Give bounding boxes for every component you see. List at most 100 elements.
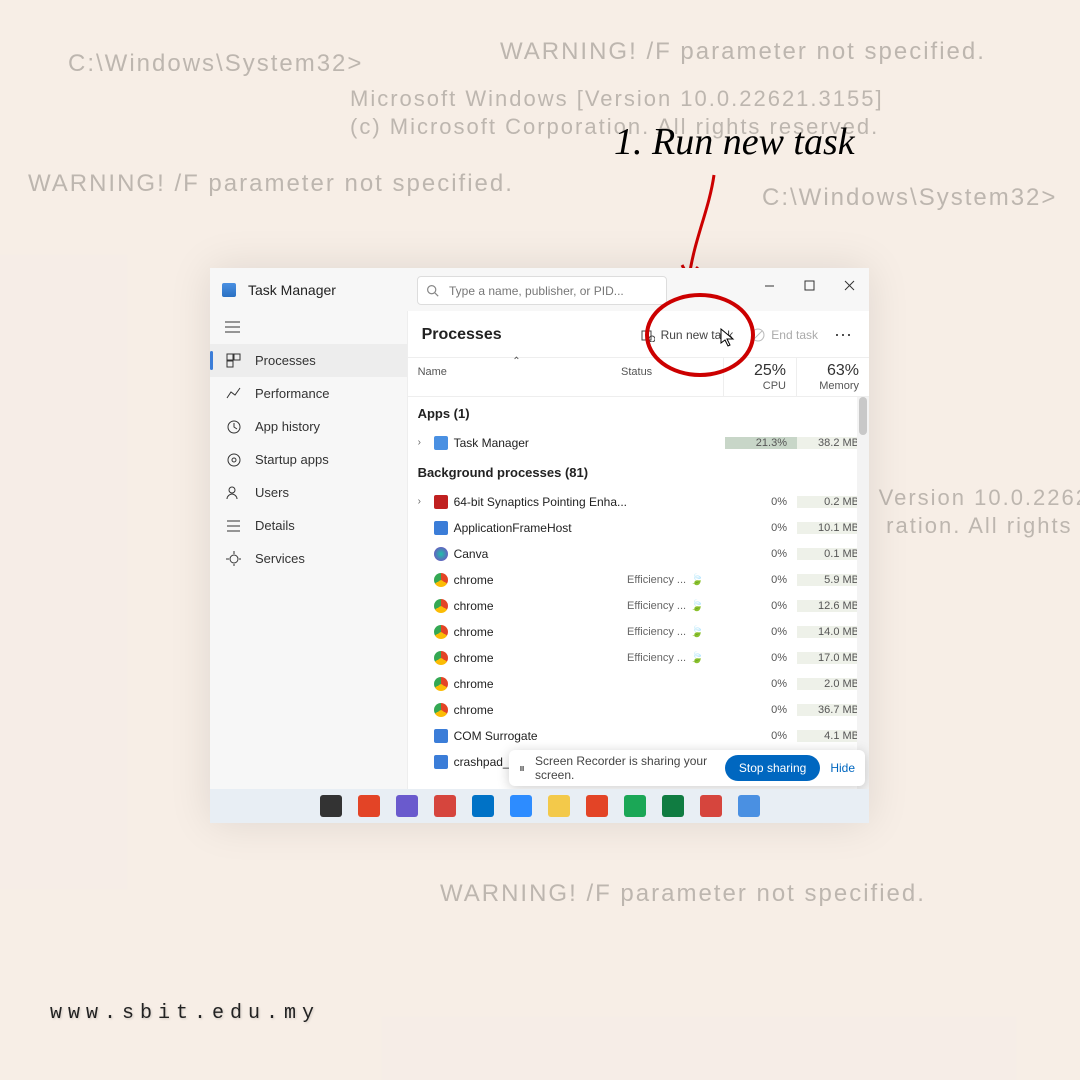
process-cpu: 0% — [725, 730, 797, 742]
sidebar-item-label: Processes — [255, 353, 316, 368]
sidebar-item-details[interactable]: Details — [210, 509, 407, 542]
sort-indicator-icon: ⌃ — [512, 356, 520, 367]
table-row[interactable]: chrome0%2.0 MB — [408, 671, 869, 697]
process-icon — [434, 703, 448, 717]
watermark-text: C:\Windows\System32> — [68, 50, 363, 78]
hamburger-button[interactable] — [210, 311, 407, 344]
watermark-text: Microsoft Windows [Version 10.0.22621.31… — [350, 86, 884, 112]
table-row[interactable]: chromeEfficiency ...🍃0%14.0 MB — [408, 619, 869, 645]
processes-icon — [226, 353, 241, 368]
col-cpu[interactable]: 25%CPU — [723, 358, 796, 396]
sidebar-item-performance[interactable]: Performance — [210, 377, 407, 410]
maximize-button[interactable] — [789, 268, 829, 302]
sidebar-item-label: Details — [255, 518, 295, 533]
scrollbar-thumb[interactable] — [859, 397, 867, 435]
sidebar-item-users[interactable]: Users — [210, 476, 407, 509]
process-name: chrome — [454, 677, 494, 691]
table-row[interactable]: ›64-bit Synaptics Pointing Enha...0%0.2 … — [408, 489, 869, 515]
taskbar-app-icon[interactable] — [358, 795, 380, 817]
taskbar-app-icon[interactable] — [738, 795, 760, 817]
process-icon — [434, 755, 448, 769]
process-name: chrome — [454, 573, 494, 587]
process-name: Task Manager — [454, 436, 529, 450]
table-row[interactable]: chromeEfficiency ...🍃0%12.6 MB — [408, 593, 869, 619]
section-apps: Apps (1) — [408, 397, 869, 430]
efficiency-leaf-icon: 🍃 — [690, 625, 704, 638]
process-cpu: 0% — [725, 652, 797, 664]
taskbar-app-icon[interactable] — [662, 795, 684, 817]
sidebar-item-processes[interactable]: Processes — [210, 344, 407, 377]
col-memory[interactable]: 63%Memory — [796, 358, 869, 396]
sidebar-item-startup-apps[interactable]: Startup apps — [210, 443, 407, 476]
services-icon — [226, 551, 241, 566]
table-row[interactable]: ApplicationFrameHost0%10.1 MB — [408, 515, 869, 541]
run-new-task-button[interactable]: Run new task — [633, 323, 742, 347]
column-headers[interactable]: ⌃Name Status 25%CPU 63%Memory — [408, 358, 869, 397]
process-icon — [434, 599, 448, 613]
details-icon — [226, 518, 241, 533]
task-manager-window: Task Manager Type a name, publisher, or … — [210, 268, 869, 823]
taskbar-app-icon[interactable] — [396, 795, 418, 817]
sidebar-item-app-history[interactable]: App history — [210, 410, 407, 443]
table-row[interactable]: chromeEfficiency ...🍃0%5.9 MB — [408, 567, 869, 593]
more-options-button[interactable]: ⋯ — [828, 325, 859, 346]
titlebar[interactable]: Task Manager Type a name, publisher, or … — [210, 268, 869, 311]
taskbar-app-icon[interactable] — [700, 795, 722, 817]
process-name: COM Surrogate — [454, 729, 538, 743]
taskbar-app-icon[interactable] — [434, 795, 456, 817]
process-name: chrome — [454, 599, 494, 613]
search-icon — [426, 284, 439, 297]
table-row[interactable]: chrome0%36.7 MB — [408, 697, 869, 723]
process-status: Efficiency ...🍃 — [627, 599, 725, 612]
sidebar-item-services[interactable]: Services — [210, 542, 407, 575]
col-status[interactable]: Status — [617, 358, 723, 396]
sidebar-item-label: Users — [255, 485, 289, 500]
process-cpu: 0% — [725, 496, 797, 508]
process-icon — [434, 729, 448, 743]
hide-sharebar-link[interactable]: Hide — [830, 761, 855, 775]
taskbar-app-icon[interactable] — [510, 795, 532, 817]
process-cpu: 0% — [725, 704, 797, 716]
taskbar-app-icon[interactable] — [320, 795, 342, 817]
process-cpu: 21.3% — [725, 437, 797, 449]
pause-icon: ⏸ — [519, 761, 525, 776]
taskbar-app-icon[interactable] — [548, 795, 570, 817]
share-message: Screen Recorder is sharing your screen. — [535, 754, 715, 782]
process-name: chrome — [454, 625, 494, 639]
sidebar-item-label: Startup apps — [255, 452, 329, 467]
table-row[interactable]: ›Task Manager21.3%38.2 MB — [408, 430, 869, 456]
windows-taskbar[interactable] — [210, 789, 869, 823]
run-new-task-label: Run new task — [661, 328, 734, 342]
process-icon — [434, 651, 448, 665]
stop-sharing-button[interactable]: Stop sharing — [725, 755, 820, 781]
taskbar-app-icon[interactable] — [624, 795, 646, 817]
taskbar-app-icon[interactable] — [472, 795, 494, 817]
site-url: www.sbit.edu.my — [50, 1002, 320, 1025]
col-name[interactable]: ⌃Name — [408, 358, 617, 396]
minimize-button[interactable] — [749, 268, 789, 302]
taskbar-app-icon[interactable] — [586, 795, 608, 817]
process-cpu: 0% — [725, 522, 797, 534]
close-button[interactable] — [829, 268, 869, 302]
more-icon: ⋯ — [834, 325, 853, 346]
process-icon — [434, 547, 448, 561]
search-placeholder: Type a name, publisher, or PID... — [449, 284, 624, 298]
screen-share-bar: ⏸ Screen Recorder is sharing your screen… — [509, 750, 865, 786]
table-row[interactable]: Canva0%0.1 MB — [408, 541, 869, 567]
efficiency-leaf-icon: 🍃 — [690, 573, 704, 586]
chevron-right-icon[interactable]: › — [418, 496, 428, 507]
sidebar-item-label: App history — [255, 419, 320, 434]
process-icon — [434, 625, 448, 639]
table-row[interactable]: COM Surrogate0%4.1 MB — [408, 723, 869, 749]
end-task-icon — [751, 328, 765, 342]
process-cpu: 0% — [725, 626, 797, 638]
startup-icon — [226, 452, 241, 467]
page-heading: Processes — [422, 326, 502, 344]
watermark-text: WARNING! /F parameter not specified. — [440, 880, 926, 908]
end-task-button[interactable]: End task — [743, 323, 826, 347]
search-input[interactable]: Type a name, publisher, or PID... — [417, 276, 667, 305]
table-row[interactable]: chromeEfficiency ...🍃0%17.0 MB — [408, 645, 869, 671]
watermark-text: C:\Windows\System32> — [762, 184, 1057, 212]
chevron-right-icon[interactable]: › — [418, 437, 428, 448]
process-icon — [434, 495, 448, 509]
